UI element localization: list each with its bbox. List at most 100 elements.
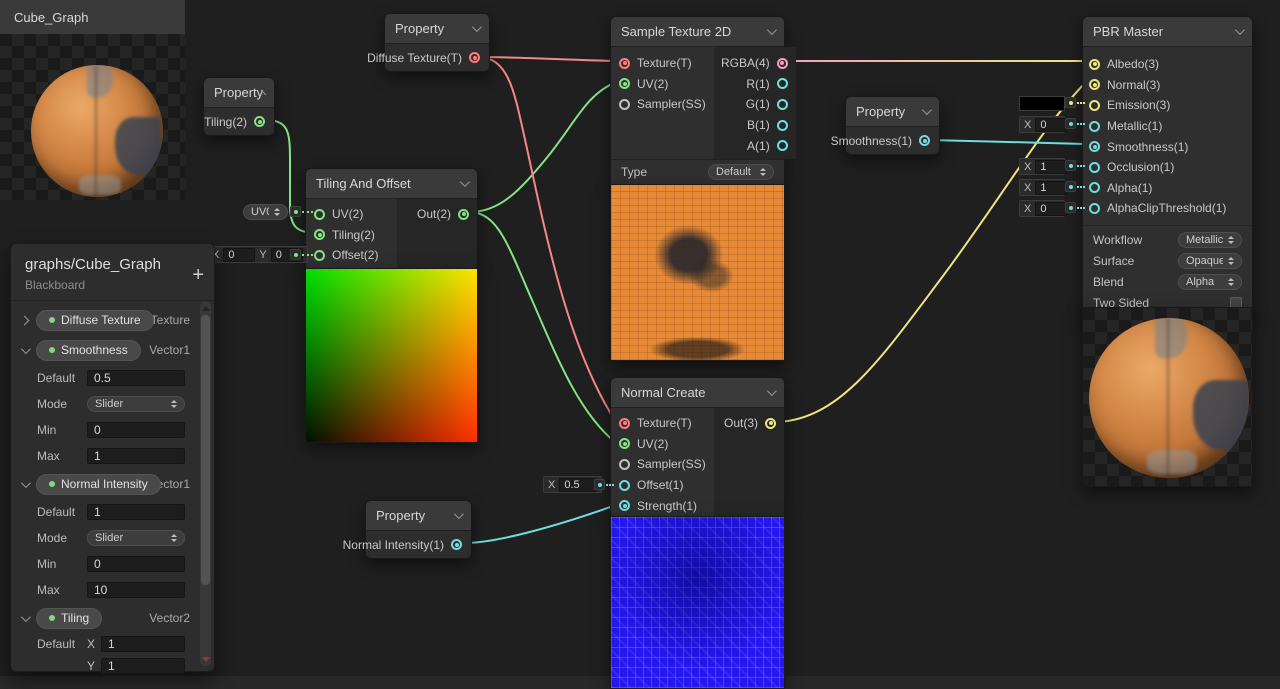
port-uv-input[interactable]: [314, 209, 325, 220]
emission-color-swatch[interactable]: [1019, 96, 1065, 111]
blackboard-panel[interactable]: graphs/Cube_Graph Blackboard + Diffuse T…: [10, 243, 215, 672]
offset-x-field[interactable]: 0: [223, 248, 255, 262]
port-b-output[interactable]: [777, 120, 788, 131]
blackboard-scrollbar[interactable]: [200, 302, 211, 666]
normal-offset-field[interactable]: 0.5: [559, 478, 597, 492]
edge-out2-to-normalcreate-uv[interactable]: [470, 212, 616, 443]
port-normal-intensity-output[interactable]: [451, 539, 462, 550]
port-texture-input[interactable]: [619, 418, 630, 429]
port-emission-input[interactable]: [1089, 100, 1100, 111]
chevron-down-icon[interactable]: [472, 22, 482, 32]
chevron-down-icon[interactable]: [454, 509, 464, 519]
node-pbr-master[interactable]: PBR Master Albedo(3) Normal(3) Emission(…: [1082, 16, 1253, 320]
port-albedo-input[interactable]: [1089, 59, 1100, 70]
smoothness-default-field[interactable]: 0.5: [87, 370, 185, 386]
node-normal-create-header[interactable]: Normal Create: [611, 378, 784, 408]
port-out3-output[interactable]: [765, 418, 776, 429]
port-normal-input[interactable]: [1089, 79, 1100, 90]
port-sampler-input[interactable]: [619, 99, 630, 110]
occlusion-field[interactable]: 1: [1035, 160, 1067, 174]
scrollbar-thumb[interactable]: [201, 315, 210, 585]
port-g-output[interactable]: [777, 99, 788, 110]
normal-intensity-max-field[interactable]: 10: [87, 582, 185, 598]
node-property-tiling[interactable]: Property Tiling(2): [203, 77, 275, 136]
node-property-smoothness-header[interactable]: Property: [846, 97, 939, 127]
port-offset-input[interactable]: [314, 250, 325, 261]
add-property-button[interactable]: +: [192, 268, 204, 282]
chevron-down-icon[interactable]: [922, 105, 932, 115]
smoothness-min-field[interactable]: 0: [87, 422, 185, 438]
chevron-down-icon[interactable]: [21, 612, 31, 622]
node-sample-texture-2d[interactable]: Sample Texture 2D Texture(T) UV(2) Sampl…: [610, 16, 785, 185]
property-pill-normal-intensity[interactable]: Normal Intensity: [36, 474, 161, 495]
chevron-down-icon[interactable]: [21, 478, 31, 488]
alpha-widget[interactable]: X 1: [1019, 179, 1065, 196]
property-pill-tiling[interactable]: Tiling: [36, 608, 102, 629]
chevron-down-icon[interactable]: [1235, 25, 1245, 35]
chevron-right-icon[interactable]: [20, 315, 30, 325]
chevron-down-icon[interactable]: [460, 177, 470, 187]
scroll-up-icon[interactable]: [202, 306, 210, 311]
node-property-diffuse[interactable]: Property Diffuse Texture(T): [384, 13, 490, 72]
port-r-output[interactable]: [777, 78, 788, 89]
port-uv-input[interactable]: [619, 438, 630, 449]
chevron-down-icon[interactable]: [21, 344, 31, 354]
chevron-down-icon[interactable]: [767, 25, 777, 35]
shader-graph-canvas[interactable]: Cube_Graph Property Tiling(2) Property D…: [0, 0, 1280, 689]
tiling-y-field[interactable]: 1: [101, 658, 185, 674]
property-pill-smoothness[interactable]: Smoothness: [36, 340, 141, 361]
alpha-field[interactable]: 1: [1035, 181, 1067, 195]
blend-dropdown[interactable]: Alpha: [1178, 274, 1242, 290]
port-occlusion-input[interactable]: [1089, 162, 1100, 173]
node-tiling-offset-header[interactable]: Tiling And Offset: [306, 169, 477, 199]
port-alphaclip-input[interactable]: [1089, 203, 1100, 214]
node-property-smoothness[interactable]: Property Smoothness(1): [845, 96, 940, 155]
normal-intensity-default-field[interactable]: 1: [87, 504, 185, 520]
port-alpha-input[interactable]: [1089, 182, 1100, 193]
chevron-down-icon[interactable]: [767, 386, 777, 396]
node-tiling-and-offset[interactable]: Tiling And Offset UV(2) Tiling(2) Offset…: [305, 168, 478, 270]
port-diffuse-output[interactable]: [469, 52, 480, 63]
node-property-normal-intensity-header[interactable]: Property: [366, 501, 471, 531]
edge-diffuse-to-sample-texture[interactable]: [479, 57, 616, 61]
node-pbr-master-header[interactable]: PBR Master: [1083, 17, 1252, 47]
port-smoothness-output[interactable]: [919, 135, 930, 146]
property-pill-diffuse[interactable]: Diffuse Texture: [36, 310, 154, 331]
port-rgba-output[interactable]: [777, 58, 788, 69]
port-a-output[interactable]: [777, 140, 788, 151]
port-metallic-input[interactable]: [1089, 121, 1100, 132]
type-dropdown[interactable]: Default: [708, 164, 774, 180]
occlusion-widget[interactable]: X 1: [1019, 158, 1065, 175]
port-sampler-input[interactable]: [619, 459, 630, 470]
port-smoothness-input[interactable]: [1089, 141, 1100, 152]
uv-channel-dropdown[interactable]: UV0: [243, 204, 288, 220]
edge-normalintensity-to-strength[interactable]: [461, 505, 616, 543]
metallic-widget[interactable]: X 0: [1019, 116, 1065, 133]
edge-diffuse-to-normalcreate-texture[interactable]: [479, 57, 616, 422]
tiling-x-field[interactable]: 1: [101, 636, 185, 652]
metallic-field[interactable]: 0: [1035, 118, 1067, 132]
port-tiling-output[interactable]: [254, 116, 265, 127]
normal-intensity-mode-dropdown[interactable]: Slider: [87, 530, 185, 546]
node-sample-texture-header[interactable]: Sample Texture 2D: [611, 17, 784, 47]
alpha-clip-field[interactable]: 0: [1035, 202, 1067, 216]
port-uv-input[interactable]: [619, 78, 630, 89]
surface-dropdown[interactable]: Opaque: [1178, 253, 1242, 269]
port-tiling-input[interactable]: [314, 229, 325, 240]
node-property-diffuse-header[interactable]: Property: [385, 14, 489, 44]
port-texture-input[interactable]: [619, 58, 630, 69]
alpha-clip-widget[interactable]: X 0: [1019, 200, 1065, 217]
port-strength-input[interactable]: [619, 500, 630, 511]
workflow-dropdown[interactable]: Metallic: [1178, 232, 1242, 248]
scroll-down-icon[interactable]: [202, 657, 210, 662]
node-property-tiling-header[interactable]: Property: [204, 78, 274, 108]
port-offset-input[interactable]: [619, 480, 630, 491]
smoothness-mode-dropdown[interactable]: Slider: [87, 396, 185, 412]
node-property-normal-intensity[interactable]: Property Normal Intensity(1): [365, 500, 472, 559]
smoothness-max-field[interactable]: 1: [87, 448, 185, 464]
graph-tab[interactable]: Cube_Graph: [0, 0, 185, 34]
edge-out2-to-sample-uv[interactable]: [470, 82, 616, 212]
edge-smoothness-to-pbr-smoothness[interactable]: [929, 140, 1085, 144]
blackboard-header[interactable]: graphs/Cube_Graph Blackboard +: [11, 244, 214, 301]
normal-intensity-min-field[interactable]: 0: [87, 556, 185, 572]
